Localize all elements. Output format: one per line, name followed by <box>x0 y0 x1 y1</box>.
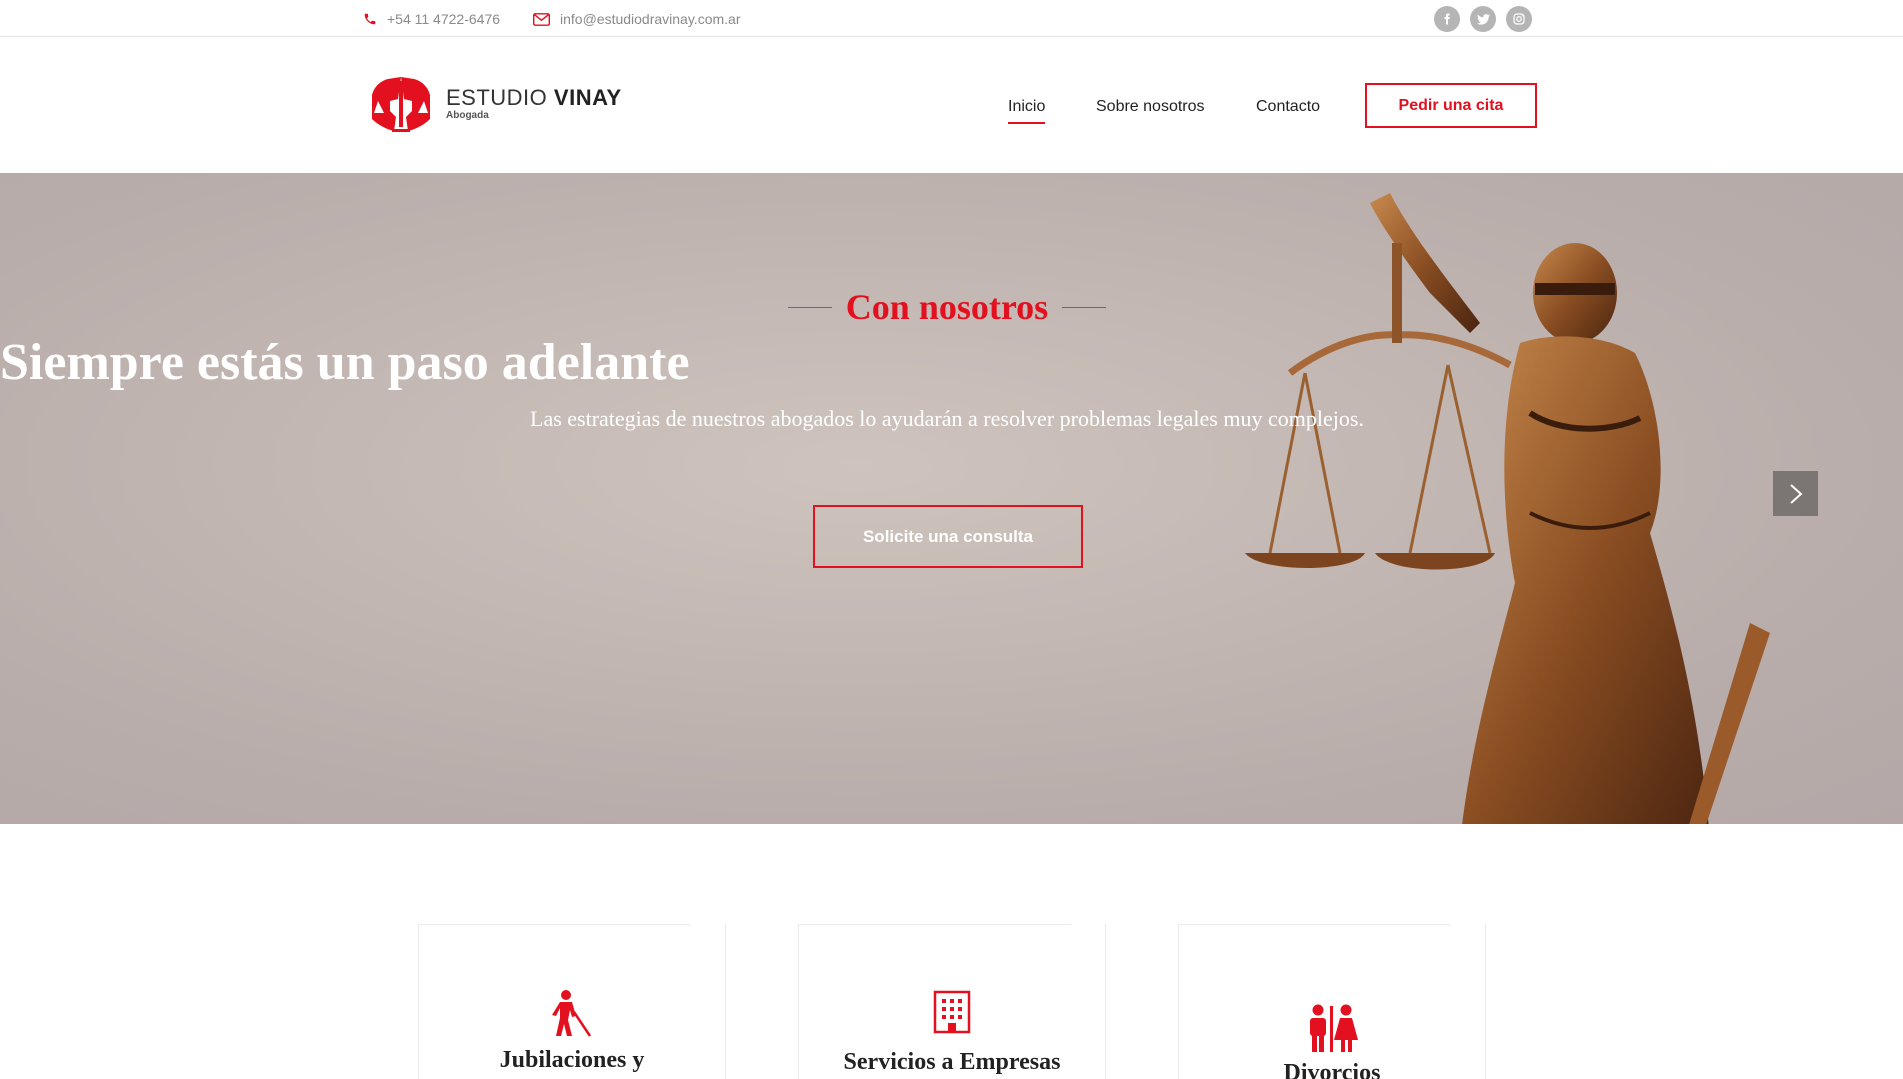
site-logo[interactable]: ESTUDIO VINAY Abogada <box>368 71 622 137</box>
phone-number: +54 11 4722-6476 <box>387 11 501 27</box>
services-section: Jubilaciones y Servicios a Empresas Divo… <box>0 824 1903 1079</box>
phone-contact[interactable]: +54 11 4722-6476 <box>363 11 500 27</box>
request-appointment-button[interactable]: Pedir una cita <box>1365 83 1537 128</box>
envelope-icon <box>533 12 550 26</box>
hero-subtext: Las estrategias de nuestros abogados lo … <box>530 406 1364 431</box>
top-bar: +54 11 4722-6476 info@estudiodravinay.co… <box>0 0 1903 37</box>
facebook-icon[interactable] <box>1434 6 1460 32</box>
email-contact[interactable]: info@estudiodravinay.com.ar <box>533 11 740 27</box>
service-title: Servicios a Empresas <box>843 1049 1061 1075</box>
hero-slider: Con nosotros Siempre estás un paso adela… <box>0 173 1903 824</box>
nav-inicio[interactable]: Inicio <box>1008 98 1046 124</box>
logo-word-vinay: VINAY <box>553 85 622 110</box>
nav-contacto[interactable]: Contacto <box>1256 98 1320 116</box>
twitter-icon[interactable] <box>1470 6 1496 32</box>
kicker-line-right <box>1062 306 1107 308</box>
phone-icon <box>364 13 376 25</box>
logo-word-estudio: ESTUDIO <box>446 85 548 110</box>
building-icon <box>799 990 1105 1034</box>
site-header: ESTUDIO VINAY Abogada Inicio Sobre nosot… <box>0 37 1903 173</box>
email-address: info@estudiodravinay.com.ar <box>560 11 741 27</box>
service-card-empresas[interactable]: Servicios a Empresas <box>798 924 1106 1079</box>
instagram-icon[interactable] <box>1506 6 1532 32</box>
social-links <box>1434 6 1532 32</box>
justice-statue-image <box>1245 193 1770 824</box>
scales-logo-icon <box>372 77 430 132</box>
blind-person-icon <box>419 990 725 1038</box>
hero-kicker-text: Con nosotros <box>845 287 1049 327</box>
nav-sobre-nosotros[interactable]: Sobre nosotros <box>1096 98 1205 116</box>
chevron-right-icon <box>1789 483 1802 504</box>
logo-text: ESTUDIO VINAY Abogada <box>446 87 622 121</box>
request-consultation-button[interactable]: Solicite una consulta <box>813 505 1083 568</box>
service-title: Jubilaciones y <box>499 1047 645 1073</box>
kicker-line-left <box>787 306 832 308</box>
logo-title: ESTUDIO VINAY <box>446 87 622 109</box>
service-card-divorcios[interactable]: Divorcios <box>1178 924 1486 1079</box>
couple-icon <box>1179 1004 1485 1054</box>
service-card-jubilaciones[interactable]: Jubilaciones y <box>418 924 726 1079</box>
slider-next-button[interactable] <box>1773 471 1818 516</box>
logo-subtitle: Abogada <box>446 110 489 121</box>
hero-kicker: Con nosotros <box>0 286 1894 328</box>
hero-headline: Siempre estás un paso adelante <box>0 334 690 391</box>
service-title: Divorcios <box>1283 1060 1381 1079</box>
